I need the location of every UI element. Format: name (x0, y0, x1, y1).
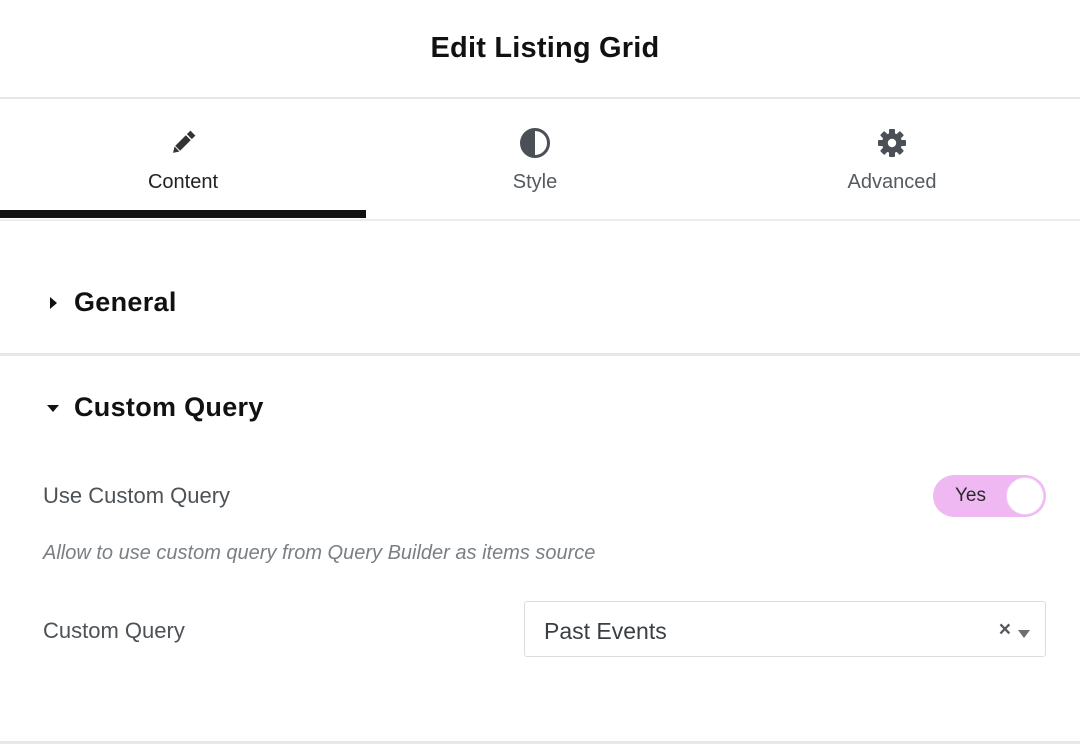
dropdown-arrow-icon[interactable] (1017, 626, 1031, 638)
caret-right-icon (44, 294, 62, 312)
caret-down-icon (44, 399, 62, 417)
custom-query-label: Custom Query (43, 618, 185, 643)
panel-header: Edit Listing Grid (0, 0, 1080, 99)
tab-style[interactable]: Style (366, 99, 704, 219)
section-custom-query-title: Custom Query (74, 392, 264, 422)
use-custom-query-label: Use Custom Query (43, 483, 231, 508)
section-general: General (0, 221, 1080, 356)
pencil-icon (166, 126, 200, 160)
active-tab-indicator (0, 210, 366, 218)
custom-query-select[interactable]: Past Events × (524, 601, 1046, 657)
use-custom-query-description: Allow to use custom query from Query Bui… (43, 542, 596, 564)
panel-title: Edit Listing Grid (430, 32, 660, 64)
section-general-toggle[interactable]: General (44, 287, 177, 318)
tab-advanced-label: Advanced (847, 171, 937, 193)
gear-icon (875, 126, 909, 160)
editor-panel: Edit Listing Grid Content Style Advanced… (0, 0, 1080, 746)
clear-selection-icon[interactable]: × (999, 619, 1011, 641)
tab-bar: Content Style Advanced (0, 99, 1080, 221)
use-custom-query-toggle[interactable]: Yes (933, 475, 1046, 517)
custom-query-selected-value: Past Events (544, 618, 667, 644)
toggle-knob (1006, 477, 1044, 515)
section-custom-query-toggle[interactable]: Custom Query (44, 392, 264, 423)
tab-style-label: Style (512, 171, 558, 193)
tab-content-label: Content (147, 171, 219, 193)
toggle-state-text: Yes (955, 485, 986, 506)
section-custom-query: Custom Query Use Custom Query Yes Allow … (0, 356, 1080, 744)
tab-content[interactable]: Content (0, 99, 366, 219)
section-general-title: General (74, 287, 177, 317)
tab-advanced[interactable]: Advanced (704, 99, 1080, 219)
half-circle-contrast-icon (518, 126, 552, 160)
